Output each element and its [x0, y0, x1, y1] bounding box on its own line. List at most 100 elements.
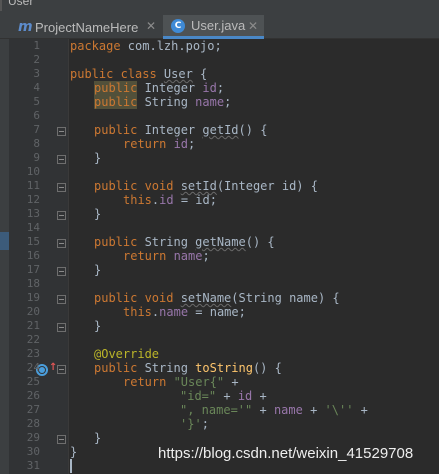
java-class-icon: C	[171, 18, 185, 33]
tool-window-marker[interactable]	[0, 232, 9, 250]
m-module-icon: m	[18, 19, 33, 35]
watermark: https://blog.csdn.net/weixin_41529708	[158, 445, 414, 462]
line-number: 2	[33, 53, 40, 66]
line-number: 23	[26, 347, 40, 360]
line-number: 26	[26, 389, 40, 402]
code-text: +	[252, 389, 267, 403]
code-line-7: public Integer getId() {	[94, 123, 267, 137]
field: id	[202, 81, 217, 95]
line-number: 11	[26, 179, 40, 192]
line-number: 8	[33, 137, 40, 150]
code-line-23: @Override	[94, 347, 159, 361]
fold-marker[interactable]	[57, 127, 66, 136]
tool-window-strip	[0, 39, 9, 474]
code-line-21: }	[94, 319, 102, 333]
keyword: public	[94, 361, 138, 375]
keyword: public void	[94, 291, 181, 305]
method-name: setId	[180, 179, 217, 193]
line-number: 14	[26, 221, 40, 234]
code-text: +	[224, 375, 239, 389]
line-number: 29	[26, 431, 40, 444]
code-text: String	[137, 361, 196, 375]
code-text: ;	[201, 417, 209, 431]
code-text: ;	[188, 137, 196, 151]
keyword: package	[70, 39, 121, 53]
code-line-26: "id=" + id +	[180, 389, 267, 403]
code-text: () {	[252, 361, 282, 375]
line-number: 17	[26, 263, 40, 276]
code-text: = id;	[173, 193, 217, 207]
line-number: 12	[26, 193, 40, 206]
code-text: () {	[245, 235, 275, 249]
override-arrow-icon: ↑	[49, 362, 58, 373]
code-text: ;	[202, 249, 210, 263]
fold-marker[interactable]	[57, 267, 66, 276]
string-literal: ", name='"	[180, 403, 253, 417]
code-text: Integer	[137, 123, 203, 137]
annotation: @Override	[94, 347, 160, 361]
string-literal: "User{"	[173, 375, 225, 389]
line-number: 19	[26, 291, 40, 304]
fold-marker[interactable]	[57, 435, 66, 444]
field: name	[173, 249, 203, 263]
line-number: 6	[33, 109, 40, 122]
keyword: public class	[70, 67, 164, 81]
keyword: public	[94, 95, 138, 109]
method-name: setName	[180, 291, 232, 305]
code-line-17: }	[94, 263, 102, 277]
code-line-9: }	[94, 151, 102, 165]
window-title-bar: User	[0, 0, 439, 11]
code-text: (Integer id) {	[216, 179, 318, 193]
code-line-25: return "User{" +	[123, 375, 239, 389]
line-number: 20	[26, 305, 40, 318]
fold-marker[interactable]	[57, 211, 66, 220]
line-number: 21	[26, 319, 40, 332]
line-number: 27	[26, 403, 40, 416]
code-line-11: public void setId(Integer id) {	[94, 179, 318, 193]
editor-tab-bar: m ProjectNameHere ✕ C User.java ✕	[0, 11, 439, 39]
fold-marker[interactable]	[57, 295, 66, 304]
code-line-13: }	[94, 207, 102, 221]
close-icon[interactable]: ✕	[146, 19, 156, 33]
fold-marker[interactable]	[57, 239, 66, 248]
code-text: ;	[216, 81, 225, 95]
code-text: String	[137, 95, 196, 109]
code-line-8: return id;	[123, 137, 195, 151]
string-literal: '}'	[180, 417, 202, 431]
code-line-12: this.id = id;	[123, 193, 217, 207]
tab-user-java[interactable]: C User.java ✕	[163, 15, 264, 39]
line-number: 10	[26, 165, 40, 178]
code-text: ;	[224, 95, 232, 109]
line-number: 9	[33, 151, 40, 164]
field: name	[159, 305, 189, 319]
fold-marker[interactable]	[57, 183, 66, 192]
code-text: com.lzh.pojo;	[120, 39, 222, 53]
code-text: +	[252, 403, 274, 417]
line-number: 3	[33, 67, 40, 80]
code-line-15: public String getName() {	[94, 235, 275, 249]
line-number: 16	[26, 249, 40, 262]
code-line-20: this.name = name;	[123, 305, 246, 319]
string-literal: "id="	[180, 389, 217, 403]
code-text: +	[353, 403, 368, 417]
keyword: public	[94, 123, 138, 137]
string-literal: '\''	[324, 403, 354, 417]
fold-marker[interactable]	[57, 365, 66, 374]
line-number: 7	[33, 123, 40, 136]
fold-marker[interactable]	[57, 155, 66, 164]
code-text: () {	[238, 123, 268, 137]
line-number: 1	[33, 39, 40, 52]
fold-marker[interactable]	[57, 323, 66, 332]
code-editor[interactable]: package com.lzh.pojo; public class User …	[70, 39, 439, 474]
code-text: +	[216, 389, 238, 403]
keyword: return	[123, 249, 174, 263]
tab-project-name-here[interactable]: m ProjectNameHere ✕	[0, 15, 162, 39]
code-text: +	[302, 403, 325, 417]
code-line-27: ", name='" + name + '\'' +	[180, 403, 368, 417]
line-number: 18	[26, 277, 40, 290]
keyword: return	[123, 137, 174, 151]
class-name: User	[163, 67, 193, 81]
field: name	[273, 403, 303, 417]
close-icon[interactable]: ✕	[248, 19, 258, 33]
field: id	[159, 193, 174, 207]
